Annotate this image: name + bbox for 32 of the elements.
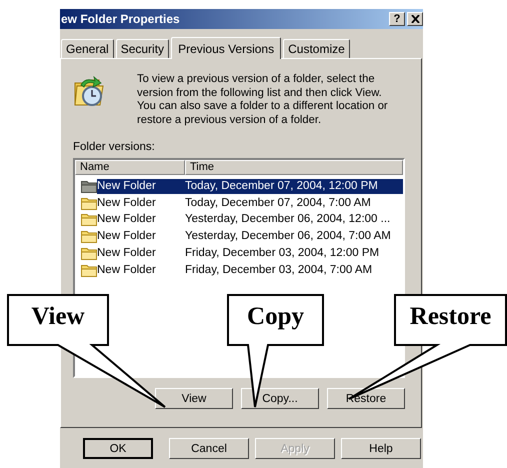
table-cell[interactable]: New Folder [97, 229, 185, 244]
ok-button[interactable]: OK [83, 438, 153, 459]
view-button[interactable]: View [155, 388, 233, 409]
table-cell[interactable]: Yesterday, December 06, 2004, 7:00 AM [185, 229, 403, 244]
tab[interactable]: Customize [283, 39, 350, 58]
table-cell[interactable]: New Folder [97, 178, 185, 194]
callout-label: View [30, 303, 86, 331]
window-title: ew Folder Properties [60, 12, 180, 26]
list-label: Folder versions: [73, 141, 156, 153]
cancel-button[interactable]: Cancel [169, 438, 249, 459]
table-cell[interactable]: Friday, December 03, 2004, 7:00 AM [185, 262, 403, 278]
column-header[interactable]: Name [75, 160, 185, 175]
table-cell[interactable]: Today, December 07, 2004, 7:00 AM [185, 196, 403, 211]
tab[interactable]: General [61, 39, 114, 58]
column-header[interactable]: Time [185, 160, 403, 175]
table-cell[interactable]: New Folder [97, 196, 185, 211]
description-text: To view a previous version of a folder, select the version from the following list and then click View. You can also save a folder to a different location or restore a previous version of a folder. [137, 73, 389, 127]
help-button[interactable]: ? [389, 12, 405, 26]
table-cell[interactable]: Today, December 07, 2004, 12:00 PM [185, 178, 403, 194]
close-button[interactable] [407, 12, 423, 26]
callout-label: Copy [246, 303, 305, 331]
tab[interactable]: Previous Versions [171, 37, 282, 59]
help-button[interactable]: Help [341, 438, 421, 459]
callout-label: Restore [408, 303, 492, 331]
table-cell[interactable]: Friday, December 03, 2004, 12:00 PM [185, 246, 403, 262]
table-cell[interactable]: New Folder [97, 212, 185, 228]
copy-button[interactable]: Copy... [241, 388, 319, 409]
close-icon [410, 15, 420, 23]
table-cell[interactable]: Yesterday, December 06, 2004, 12:00 ... [185, 212, 403, 228]
tab[interactable]: Security [116, 39, 170, 58]
table-cell[interactable]: New Folder [97, 262, 185, 278]
table-cell[interactable]: New Folder [97, 246, 185, 262]
